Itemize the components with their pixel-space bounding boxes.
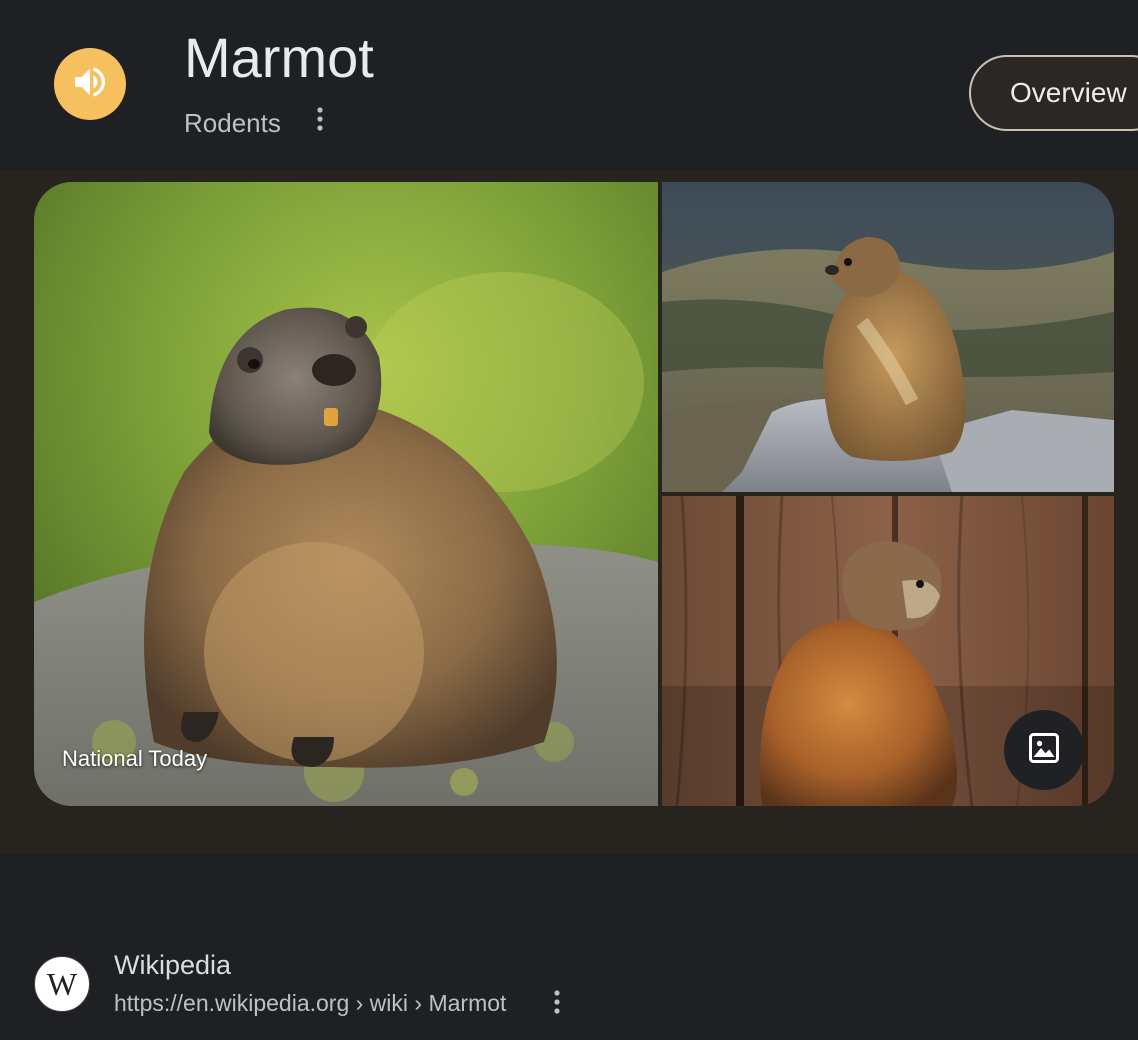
more-vert-icon (316, 106, 324, 137)
image-source-label: National Today (62, 746, 208, 771)
result-more-button[interactable] (545, 988, 569, 1020)
image-gallery: National Today (34, 182, 1114, 806)
result-site-name[interactable]: Wikipedia (114, 949, 231, 981)
volume-up-icon (70, 62, 110, 107)
main-marmot-image[interactable]: National Today (34, 182, 658, 806)
knowledge-panel-header: Marmot Rodents Overview (0, 0, 1138, 170)
tab-overview[interactable]: Overview (969, 55, 1138, 131)
entity-title: Marmot (184, 26, 374, 89)
header-more-button[interactable] (308, 105, 332, 137)
wikipedia-favicon[interactable]: W (34, 956, 90, 1012)
more-vert-icon (553, 989, 561, 1020)
image-icon (1026, 730, 1062, 771)
pronunciation-button[interactable] (54, 48, 126, 120)
result-url[interactable]: https://en.wikipedia.org › wiki › Marmot (114, 989, 506, 1017)
images-panel: National Today (0, 170, 1138, 854)
marmot-mountain-image[interactable] (662, 182, 1114, 492)
search-result: W Wikipedia https://en.wikipedia.org › w… (0, 854, 1138, 1040)
more-images-button[interactable] (1004, 710, 1084, 790)
entity-subtitle: Rodents (184, 108, 281, 138)
